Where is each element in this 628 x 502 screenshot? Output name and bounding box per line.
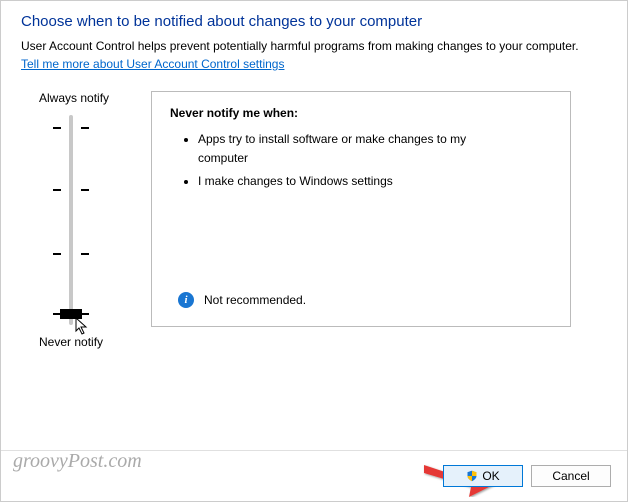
- slider-tick: [81, 313, 89, 315]
- slider-label-top: Always notify: [39, 91, 109, 105]
- shield-icon: [466, 470, 478, 482]
- slider-tick: [53, 253, 61, 255]
- slider-tick: [81, 189, 89, 191]
- slider-tick: [53, 189, 61, 191]
- ok-button[interactable]: OK: [443, 465, 523, 487]
- notification-slider[interactable]: Always notify Never notify: [21, 91, 121, 349]
- info-icon: i: [178, 292, 194, 308]
- panel-status: Not recommended.: [204, 293, 306, 307]
- cancel-button-label: Cancel: [552, 469, 589, 483]
- panel-bullet-list: Apps try to install software or make cha…: [198, 130, 552, 192]
- help-link[interactable]: Tell me more about User Account Control …: [21, 57, 284, 71]
- slider-tick: [53, 127, 61, 129]
- panel-title: Never notify me when:: [170, 106, 552, 120]
- slider-tick: [81, 253, 89, 255]
- ok-button-label: OK: [482, 469, 499, 483]
- slider-thumb[interactable]: [60, 309, 82, 319]
- description-panel: Never notify me when: Apps try to instal…: [151, 91, 571, 327]
- page-heading: Choose when to be notified about changes…: [21, 13, 607, 30]
- panel-bullet: I make changes to Windows settings: [198, 172, 498, 191]
- watermark-text: groovyPost.com: [13, 450, 142, 473]
- slider-tick: [81, 127, 89, 129]
- slider-track[interactable]: [69, 115, 73, 325]
- panel-bullet: Apps try to install software or make cha…: [198, 130, 498, 168]
- cursor-icon: [75, 317, 91, 337]
- page-subtext: User Account Control helps prevent poten…: [21, 38, 607, 55]
- slider-label-bottom: Never notify: [39, 335, 103, 349]
- cancel-button[interactable]: Cancel: [531, 465, 611, 487]
